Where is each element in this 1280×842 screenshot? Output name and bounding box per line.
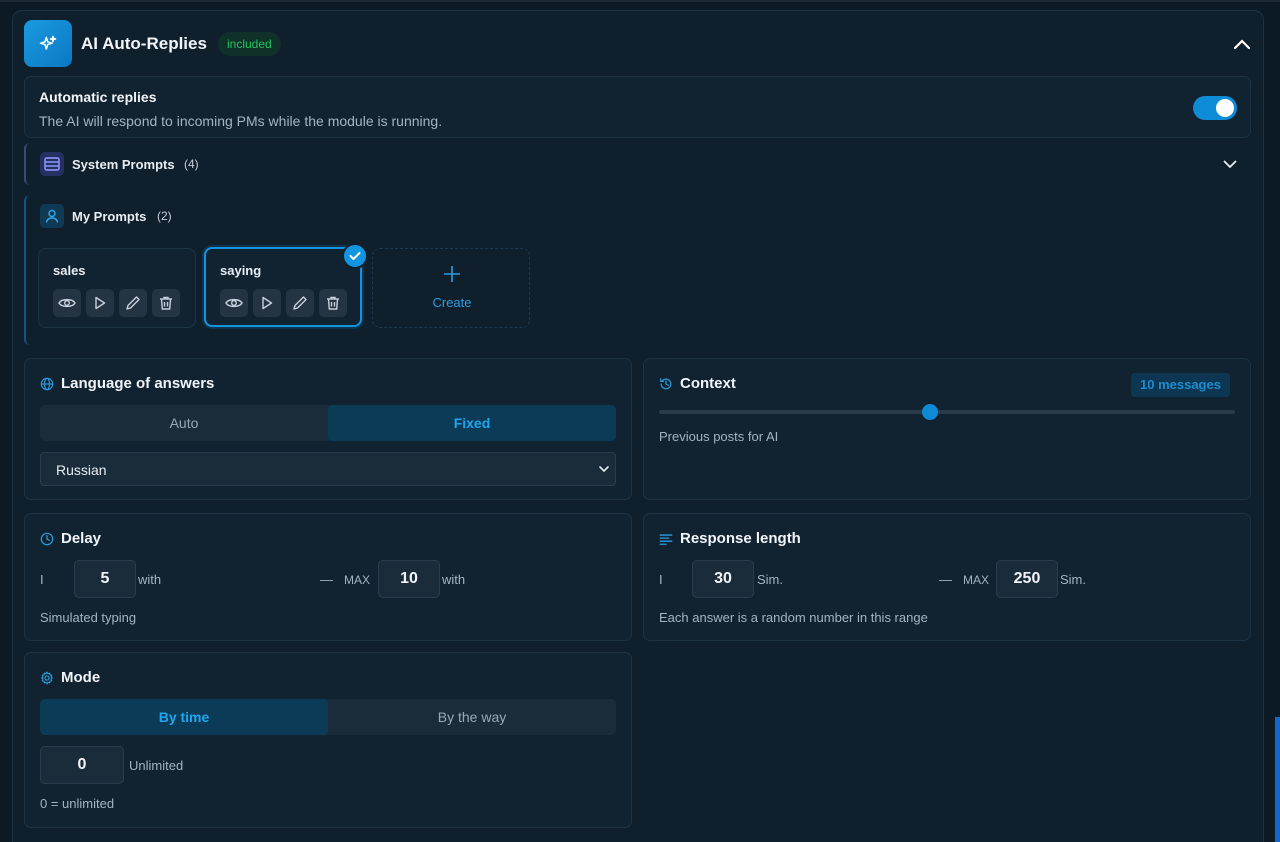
mode-title-row: Mode xyxy=(40,669,100,686)
create-prompt-button[interactable]: Create xyxy=(372,248,530,328)
module-title: AI Auto-Replies xyxy=(81,34,207,53)
delay-min-unit: with xyxy=(138,572,162,587)
language-select-value: Russian xyxy=(56,462,107,478)
chevron-up-icon[interactable] xyxy=(1228,34,1256,54)
language-title: Language of answers xyxy=(61,375,215,392)
automatic-replies-toggle[interactable] xyxy=(1193,96,1237,120)
context-description: Previous posts for AI xyxy=(659,429,779,444)
eye-icon[interactable] xyxy=(53,289,81,317)
context-slider-handle[interactable] xyxy=(921,404,938,420)
automatic-replies-card: Automatic replies The AI will respond to… xyxy=(24,76,1251,138)
context-title: Context xyxy=(680,375,736,392)
selected-check-icon xyxy=(342,243,368,269)
language-card: Language of answers Auto Fixed Russian xyxy=(24,358,632,500)
language-select[interactable]: Russian xyxy=(40,452,616,486)
system-prompts-count: (4) xyxy=(184,157,199,171)
prompt-name: sales xyxy=(53,263,86,278)
language-title-row: Language of answers xyxy=(40,375,214,392)
module-header: AI Auto-Replies included xyxy=(24,20,1264,68)
my-prompts-section: My Prompts (2) sales saying Create xyxy=(24,195,1251,345)
mode-option-by-time[interactable]: By time xyxy=(40,699,328,735)
mode-title: Mode xyxy=(61,669,101,686)
prompt-card-saying[interactable]: saying xyxy=(204,243,368,327)
delay-description: Simulated typing xyxy=(40,610,137,625)
context-messages-badge: 10 messages xyxy=(1131,373,1230,397)
mode-card: Mode By time By the way 0 Unlimited 0 = … xyxy=(24,652,632,828)
automatic-replies-title: Automatic replies xyxy=(39,89,157,105)
sparkles-icon xyxy=(24,20,72,67)
response-max-input[interactable]: 250 xyxy=(996,560,1058,598)
system-prompts-label: System Prompts xyxy=(72,157,175,172)
database-icon xyxy=(40,152,64,176)
delay-min-input[interactable]: 5 xyxy=(74,560,136,598)
clock-icon xyxy=(40,532,54,545)
automatic-replies-description: The AI will respond to incoming PMs whil… xyxy=(39,113,443,129)
language-option-fixed[interactable]: Fixed xyxy=(328,405,616,441)
included-badge: included xyxy=(218,32,281,56)
toggle-knob xyxy=(1216,99,1234,117)
create-label: Create xyxy=(432,295,472,310)
response-min-input[interactable]: 30 xyxy=(692,560,754,598)
delay-max-unit: with xyxy=(442,572,466,587)
text-lines-icon xyxy=(659,533,673,545)
trash-icon[interactable] xyxy=(319,289,347,317)
context-slider-track[interactable] xyxy=(659,410,1235,414)
delay-min-prefix: I xyxy=(40,572,44,587)
system-prompts-row[interactable]: System Prompts (4) xyxy=(24,143,1251,185)
chevron-down-icon xyxy=(599,466,609,473)
scrollbar-thumb[interactable] xyxy=(1275,717,1280,842)
mode-value-input[interactable]: 0 xyxy=(40,746,124,784)
response-length-card: Response length I 30 Sim. — MAX 250 Sim.… xyxy=(643,513,1251,641)
language-option-auto[interactable]: Auto xyxy=(40,405,328,441)
response-min-unit: Sim. xyxy=(757,572,783,587)
response-length-title: Response length xyxy=(680,530,801,547)
user-icon xyxy=(40,204,64,228)
pencil-icon[interactable] xyxy=(286,289,314,317)
response-min-prefix: I xyxy=(659,572,663,587)
delay-max-input[interactable]: 10 xyxy=(378,560,440,598)
delay-dash: — xyxy=(320,572,333,587)
prompt-name: saying xyxy=(220,263,262,278)
play-icon[interactable] xyxy=(253,289,281,317)
top-divider xyxy=(0,0,1280,2)
plus-icon xyxy=(441,263,463,285)
delay-title-row: Delay xyxy=(40,530,101,547)
prompt-card-sales[interactable]: sales xyxy=(38,248,196,328)
mode-option-by-the-way[interactable]: By the way xyxy=(328,699,616,735)
my-prompts-label: My Prompts xyxy=(72,209,147,224)
eye-icon[interactable] xyxy=(220,289,248,317)
mode-description: 0 = unlimited xyxy=(40,796,115,811)
my-prompts-count: (2) xyxy=(157,209,172,223)
pencil-icon[interactable] xyxy=(119,289,147,317)
trash-icon[interactable] xyxy=(152,289,180,317)
response-length-description: Each answer is a random number in this r… xyxy=(659,610,928,625)
globe-icon xyxy=(40,377,54,390)
play-icon[interactable] xyxy=(86,289,114,317)
chevron-down-icon[interactable] xyxy=(1220,155,1240,173)
context-card: Context 10 messages Previous posts for A… xyxy=(643,358,1251,500)
gear-icon xyxy=(40,670,54,685)
response-dash: — xyxy=(939,572,952,587)
mode-segmented: By time By the way xyxy=(40,699,616,735)
history-icon xyxy=(660,377,672,389)
response-max-label: MAX xyxy=(963,573,990,587)
mode-value-label: Unlimited xyxy=(129,758,184,773)
language-mode-segmented: Auto Fixed xyxy=(40,405,616,441)
delay-title: Delay xyxy=(61,530,102,547)
context-title-row: Context xyxy=(659,375,736,392)
response-max-unit: Sim. xyxy=(1060,572,1086,587)
delay-max-label: MAX xyxy=(344,573,371,587)
response-length-title-row: Response length xyxy=(659,530,801,547)
delay-card: Delay I 5 with — MAX 10 with Simulated t… xyxy=(24,513,632,641)
